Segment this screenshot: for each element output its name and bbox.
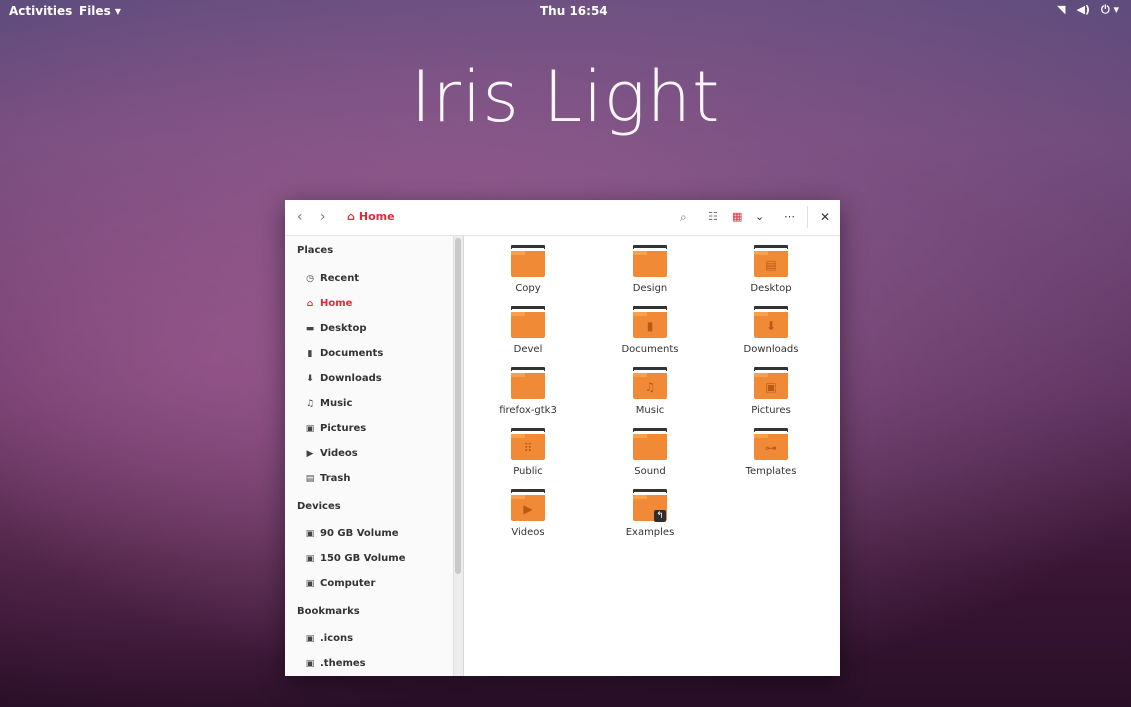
folder-public[interactable]: ⠿ Public — [478, 428, 578, 477]
forward-button[interactable]: › — [320, 209, 326, 225]
folder-icon — [511, 306, 545, 338]
computer-icon: ▣ — [305, 578, 315, 589]
folder-design[interactable]: Design — [600, 245, 700, 294]
file-grid: Copy Design ▤ Desktop Devel ▮ Documents … — [463, 236, 840, 676]
folder-documents[interactable]: ▮ Documents — [600, 306, 700, 355]
app-menu[interactable]: Files ▾ — [79, 4, 121, 18]
wifi-icon[interactable]: ◥ — [1057, 3, 1065, 17]
link-arrow-icon: ↰ — [654, 510, 666, 522]
video-icon: ▶ — [306, 448, 314, 459]
folder-copy[interactable]: Copy — [478, 245, 578, 294]
folder-downloads[interactable]: ⬇ Downloads — [721, 306, 821, 355]
chevron-down-icon[interactable]: ⌄ — [755, 209, 764, 225]
folder-devel[interactable]: Devel — [478, 306, 578, 355]
folder-videos-icon: ▶ — [511, 489, 545, 521]
close-icon[interactable]: ✕ — [820, 209, 830, 225]
folder-documents-icon: ▮ — [633, 306, 667, 338]
music-icon: ♫ — [305, 398, 315, 409]
sidebar-item-computer[interactable]: ▣ Computer — [305, 578, 376, 589]
sidebar: Places ◷ Recent ⌂ Home ▬ Desktop ▮ Documents… — [285, 236, 453, 676]
sidebar-item-trash[interactable]: ▤ Trash — [305, 473, 351, 484]
sidebar-item-desktop[interactable]: ▬ Desktop — [305, 323, 367, 334]
sidebar-item-150gb-volume[interactable]: ▣ 150 GB Volume — [305, 553, 406, 564]
files-window: ‹ › ⌂ Home ⌕ ☷ ▦ ⌄ ⋯ ✕ Places ◷ Recent ⌂ H… — [285, 200, 840, 676]
scrollbar-thumb[interactable] — [455, 238, 461, 574]
sidebar-item-music[interactable]: ♫ Music — [305, 398, 352, 409]
power-icon[interactable]: ⏻ ▾ — [1101, 3, 1119, 17]
folder-sound[interactable]: Sound — [600, 428, 700, 477]
breadcrumb[interactable]: ⌂ Home — [347, 210, 395, 223]
folder-icon — [511, 367, 545, 399]
folder-pictures-icon: ▣ — [754, 367, 788, 399]
devices-title: Devices — [297, 501, 341, 512]
folder-templates[interactable]: ⊶ Templates — [721, 428, 821, 477]
sidebar-item-home[interactable]: ⌂ Home — [305, 298, 353, 309]
header-bar: ‹ › ⌂ Home ⌕ ☷ ▦ ⌄ ⋯ ✕ — [285, 200, 840, 236]
grid-view-icon[interactable]: ▦ — [732, 209, 742, 225]
sidebar-item-themes[interactable]: ▣ .themes — [305, 658, 366, 669]
folder-public-icon: ⠿ — [511, 428, 545, 460]
activities-button[interactable]: Activities — [9, 4, 72, 18]
system-tray[interactable]: ◥ ◀) ⏻ ▾ — [1057, 3, 1119, 17]
drive-icon: ▣ — [305, 553, 315, 564]
places-title: Places — [297, 245, 334, 256]
sidebar-item-downloads[interactable]: ⬇ Downloads — [305, 373, 381, 384]
folder-pictures[interactable]: ▣ Pictures — [721, 367, 821, 416]
folder-symlink-icon: ↰ — [633, 489, 667, 522]
folder-templates-icon: ⊶ — [754, 428, 788, 460]
folder-desktop-icon: ▤ — [754, 245, 788, 277]
folder-icon — [633, 245, 667, 277]
folder-examples[interactable]: ↰ Examples — [600, 489, 700, 538]
folder-icon — [511, 245, 545, 277]
sidebar-item-90gb-volume[interactable]: ▣ 90 GB Volume — [305, 528, 399, 539]
back-button[interactable]: ‹ — [297, 209, 303, 225]
home-icon: ⌂ — [347, 210, 355, 223]
folder-music-icon: ♫ — [633, 367, 667, 399]
document-icon: ▮ — [307, 348, 313, 359]
sidebar-item-documents[interactable]: ▮ Documents — [305, 348, 384, 359]
picture-icon: ▣ — [305, 423, 315, 434]
top-bar: Activities Files ▾ Thu 16:54 ◥ ◀) ⏻ ▾ — [0, 0, 1131, 22]
breadcrumb-home[interactable]: Home — [359, 210, 395, 223]
folder-icon: ▣ — [305, 633, 315, 644]
folder-firefox-gtk3[interactable]: firefox-gtk3 — [478, 367, 578, 416]
folder-icon: ▣ — [305, 658, 315, 669]
clock[interactable]: Thu 16:54 — [540, 4, 608, 18]
folder-desktop[interactable]: ▤ Desktop — [721, 245, 821, 294]
folder-icon — [633, 428, 667, 460]
folder-music[interactable]: ♫ Music — [600, 367, 700, 416]
sidebar-item-recent[interactable]: ◷ Recent — [305, 273, 359, 284]
sidebar-item-videos[interactable]: ▶ Videos — [305, 448, 358, 459]
clock-icon: ◷ — [306, 273, 314, 284]
folder-downloads-icon: ⬇ — [754, 306, 788, 338]
sidebar-item-pictures[interactable]: ▣ Pictures — [305, 423, 367, 434]
menu-more-icon[interactable]: ⋯ — [784, 209, 795, 225]
hero-title: Iris Light — [410, 56, 721, 138]
drive-icon: ▣ — [305, 528, 315, 539]
folder-videos[interactable]: ▶ Videos — [478, 489, 578, 538]
trash-icon: ▤ — [305, 473, 315, 484]
search-icon[interactable]: ⌕ — [680, 209, 687, 225]
folder-icon: ▬ — [305, 323, 315, 334]
sidebar-item-icons[interactable]: ▣ .icons — [305, 633, 353, 644]
bookmarks-title: Bookmarks — [297, 606, 360, 617]
home-icon: ⌂ — [306, 298, 314, 309]
header-separator — [807, 206, 808, 228]
volume-icon[interactable]: ◀) — [1076, 3, 1090, 17]
list-view-icon[interactable]: ☷ — [708, 209, 718, 225]
download-icon: ⬇ — [306, 373, 314, 384]
